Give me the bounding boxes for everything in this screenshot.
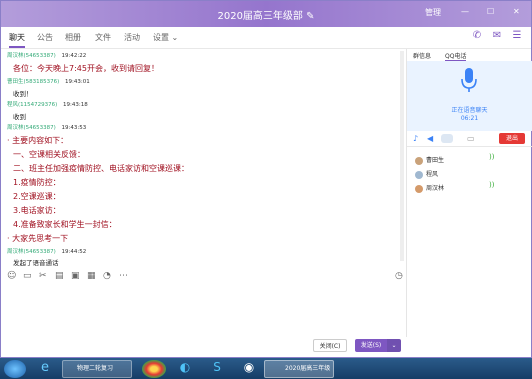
member-name: 曹田生 bbox=[426, 157, 445, 164]
message-line: 二、班主任加强疫情防控、电话家访和空课巡课： bbox=[13, 164, 189, 173]
message-meta: 周汉林(54653387) 19:43:53 bbox=[7, 123, 86, 131]
group-name: 2020届高三年级部 bbox=[217, 11, 303, 22]
taskbar-label: 物理二轮复习 bbox=[77, 365, 114, 372]
message-time: 19:44:52 bbox=[61, 249, 87, 255]
start-button[interactable] bbox=[4, 360, 26, 378]
sender-name[interactable]: 周汉林(54653387) bbox=[7, 53, 56, 59]
more-tools-icon[interactable]: ⋯ bbox=[119, 271, 128, 281]
sender-name[interactable]: 周汉林(54653387) bbox=[7, 125, 56, 131]
tab-qq-call[interactable]: QQ电话 bbox=[445, 51, 467, 61]
call-controls: ♪ ◀ ▭ 退出 bbox=[407, 131, 532, 147]
speaking-signal-icon: )) bbox=[489, 181, 495, 189]
message-text: 各位：今天晚上7:45开会，收到请回复！ bbox=[13, 64, 159, 73]
qq-group-window: 2020届高三年级部 ✎ 管理 — ☐ ✕ 聊天 公告 相册 文件 活动 设置 … bbox=[0, 0, 532, 358]
message-time: 19:43:01 bbox=[65, 79, 90, 85]
right-panel: 群信息 QQ电话 正在语音聊天 06:21 ♪ ◀ ▭ 退出 曹田生 )) 程风 bbox=[406, 49, 532, 337]
volume-slider[interactable] bbox=[441, 134, 453, 143]
message-line: 4.准备致家长和学生一封信： bbox=[13, 220, 117, 229]
tab-chat[interactable]: 聊天 bbox=[9, 32, 25, 48]
tab-files[interactable]: 文件 bbox=[95, 32, 111, 43]
member-name: 周汉林 bbox=[426, 185, 445, 192]
tab-notice[interactable]: 公告 bbox=[37, 32, 53, 43]
message-text: 收到 bbox=[13, 113, 26, 121]
message-time: 19:43:18 bbox=[63, 102, 88, 108]
more-icon[interactable]: ☰ bbox=[509, 30, 525, 46]
member-row[interactable]: 周汉林 bbox=[415, 183, 444, 193]
avatar bbox=[415, 170, 423, 179]
edit-name-icon[interactable]: ✎ bbox=[306, 11, 314, 22]
message-meta: 周汉林(54653387) 19:42:22 bbox=[7, 51, 86, 59]
gallery-icon[interactable]: ▦ bbox=[87, 271, 96, 281]
chrome-icon[interactable] bbox=[142, 360, 166, 378]
message-line: 2.空课巡课： bbox=[13, 192, 61, 201]
speaking-signal-icon: )) bbox=[489, 153, 495, 161]
input-toolbar: ☺ ▭ ✂ ▤ ▣ ▦ ◔ ⋯ ◷ bbox=[1, 267, 406, 285]
taskbar-item-folder[interactable]: 物理二轮复习 bbox=[62, 360, 132, 378]
chat-bubble-icon[interactable]: ✉ bbox=[489, 30, 505, 46]
app-icon[interactable]: ◉ bbox=[238, 360, 260, 378]
microphone-icon bbox=[461, 68, 477, 92]
tab-settings[interactable]: 设置 ⌄ bbox=[153, 32, 178, 43]
message-meta: 程风(1154729376) 19:43:18 bbox=[7, 100, 88, 108]
right-tab-bar: 群信息 QQ电话 bbox=[407, 49, 532, 61]
speaker-icon[interactable]: ◀ bbox=[427, 134, 433, 143]
member-row[interactable]: 曹田生 bbox=[415, 155, 444, 165]
message-line: 1.疫情防控： bbox=[13, 178, 61, 187]
close-window-button[interactable]: ✕ bbox=[513, 7, 520, 16]
chat-scrollbar[interactable] bbox=[400, 51, 404, 261]
avatar bbox=[415, 156, 423, 165]
folder-icon[interactable]: ▤ bbox=[55, 271, 64, 281]
message-line: · 主要内容如下： bbox=[7, 136, 69, 145]
message-line: · 大家先思考一下 bbox=[7, 234, 69, 243]
exit-call-button[interactable]: 退出 bbox=[499, 133, 525, 144]
manage-button[interactable]: 管理 bbox=[425, 7, 441, 18]
minimize-button[interactable]: — bbox=[461, 7, 469, 16]
member-row[interactable]: 程风 bbox=[415, 169, 438, 179]
camera-icon[interactable]: ▭ bbox=[467, 134, 475, 143]
tab-bar: 聊天 公告 相册 文件 活动 设置 ⌄ ✆ ✉ ☰ bbox=[1, 27, 531, 49]
sender-name[interactable]: 周汉林(54653387) bbox=[7, 249, 56, 255]
close-button[interactable]: 关闭(C) bbox=[313, 339, 347, 352]
mic-toggle-icon[interactable]: ♪ bbox=[413, 134, 418, 143]
sender-name[interactable]: 程风(1154729376) bbox=[7, 102, 57, 108]
phone-icon[interactable]: ✆ bbox=[469, 30, 485, 46]
browser-icon[interactable]: ◐ bbox=[174, 360, 196, 378]
tab-activity[interactable]: 活动 bbox=[124, 32, 140, 43]
emoji-icon[interactable]: ☺ bbox=[7, 271, 16, 281]
member-name: 程风 bbox=[426, 171, 439, 178]
chat-history[interactable]: 周汉林(54653387) 19:42:22 各位：今天晚上7:45开会，收到请… bbox=[1, 49, 406, 267]
image-icon[interactable]: ▣ bbox=[71, 271, 80, 281]
message-meta: 曹田生(583185376) 19:43:01 bbox=[7, 77, 90, 85]
message-input[interactable]: 关闭(C) 发送(S) ⌄ bbox=[1, 285, 406, 352]
avatar bbox=[415, 184, 423, 193]
sender-name[interactable]: 曹田生(583185376) bbox=[7, 79, 59, 85]
send-button[interactable]: 发送(S) bbox=[355, 339, 387, 352]
send-options-chevron-icon[interactable]: ⌄ bbox=[387, 339, 401, 352]
message-time: 19:43:53 bbox=[61, 125, 87, 131]
message-text: 发起了语音通话 bbox=[13, 259, 59, 267]
voice-call-panel: 正在语音聊天 06:21 bbox=[407, 61, 532, 131]
title-bar[interactable]: 2020届高三年级部 ✎ 管理 — ☐ ✕ bbox=[1, 1, 531, 27]
ie-browser-icon[interactable]: e bbox=[34, 360, 56, 378]
gif-icon[interactable]: ▭ bbox=[23, 271, 32, 281]
taskbar-item-qq-group[interactable]: 2020届高三年级部 bbox=[264, 360, 334, 378]
message-time: 19:42:22 bbox=[61, 53, 87, 59]
voice-icon[interactable]: ◔ bbox=[103, 271, 111, 281]
taskbar-label: 2020届高三年级部 bbox=[285, 365, 331, 372]
message-meta: 周汉林(54653387) 19:44:52 bbox=[7, 247, 86, 255]
screenshot-icon[interactable]: ✂ bbox=[39, 271, 47, 281]
windows-taskbar: e 物理二轮复习 ◐ S ◉ 2020届高三年级部 bbox=[0, 358, 532, 379]
message-line: 3.电话家访： bbox=[13, 206, 61, 215]
call-status: 正在语音聊天 bbox=[451, 107, 488, 114]
window-title: 2020届高三年级部 ✎ bbox=[1, 7, 531, 22]
message-line: 一、空课相关反馈： bbox=[13, 150, 85, 159]
message-text: 收到！ bbox=[13, 90, 33, 98]
sogou-icon[interactable]: S bbox=[206, 360, 228, 378]
history-icon[interactable]: ◷ bbox=[395, 271, 403, 281]
tab-album[interactable]: 相册 bbox=[65, 32, 81, 43]
maximize-button[interactable]: ☐ bbox=[487, 7, 494, 16]
call-duration: 06:21 bbox=[460, 115, 479, 122]
tab-group-info[interactable]: 群信息 bbox=[413, 51, 431, 60]
